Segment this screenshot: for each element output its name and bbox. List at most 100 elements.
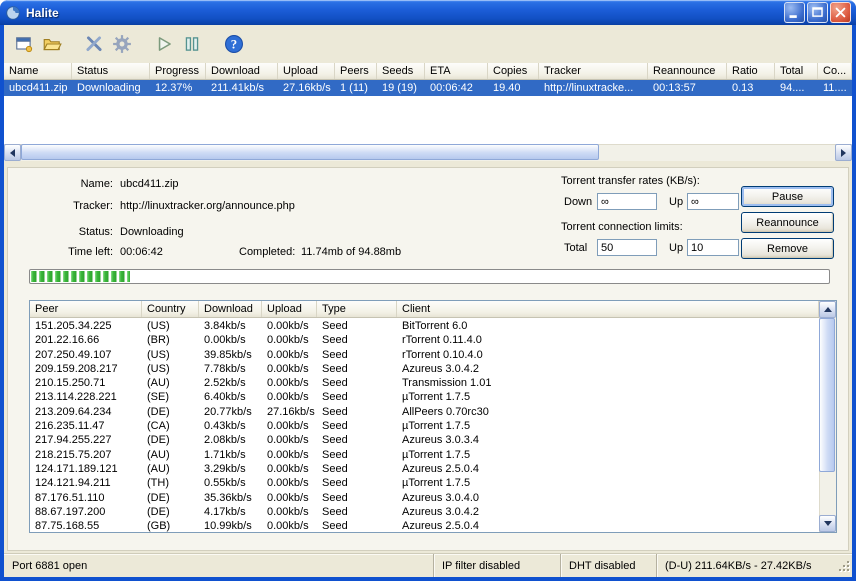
torrent-column-header[interactable]: ETA — [425, 63, 488, 79]
peer-cell: 0.00kb/s — [267, 491, 309, 504]
torrent-cell: 19.40 — [493, 82, 521, 94]
peer-row[interactable]: 217.94.255.227 (DE) 2.08kb/s 0.00kb/s Seed Az… — [30, 433, 819, 447]
peer-row[interactable]: 213.209.64.234 (DE) 20.77kb/s 27.16kb/s Seed… — [30, 405, 819, 419]
peers-column-header[interactable]: Upload — [262, 301, 317, 317]
peers-column-header[interactable]: Peer — [30, 301, 142, 317]
peer-cell: (BR) — [147, 334, 170, 347]
down-rate-input[interactable] — [597, 193, 657, 210]
torrent-column-header[interactable]: Status — [72, 63, 150, 79]
port-status: Port 6881 open — [12, 559, 88, 572]
torrent-list: Name Status Progress Download Upload Peers See… — [4, 63, 852, 161]
reannounce-button[interactable]: Reannounce — [741, 212, 834, 233]
peer-cell: 88.67.197.200 — [35, 505, 106, 518]
peer-row[interactable]: 213.114.228.221 (SE) 6.40kb/s 0.00kb/s Seed µ… — [30, 390, 819, 404]
peer-row[interactable]: 207.250.49.107 (US) 39.85kb/s 0.00kb/s Seed r… — [30, 348, 819, 362]
new-torrent-icon — [16, 37, 33, 53]
peer-row[interactable]: 87.75.168.55 (GB) 10.99kb/s 0.00kb/s Seed Azu… — [30, 519, 819, 532]
peer-cell: 35.36kb/s — [204, 491, 252, 504]
peer-cell: 0.00kb/s — [267, 505, 309, 518]
torrent-column-header[interactable]: Copies — [488, 63, 539, 79]
torrent-cell: 211.41kb/s — [211, 82, 265, 94]
peer-cell: 87.176.51.110 — [35, 491, 105, 504]
peer-row[interactable]: 209.159.208.217 (US) 7.78kb/s 0.00kb/s Seed A… — [30, 362, 819, 376]
torrent-column-header[interactable]: Upload — [278, 63, 335, 79]
torrent-column-header[interactable]: Ratio — [727, 63, 775, 79]
peer-row[interactable]: 88.67.197.200 (DE) 4.17kb/s 0.00kb/s Seed Azu… — [30, 505, 819, 519]
pause-button[interactable]: Pause — [741, 186, 834, 207]
preferences-button[interactable] — [108, 30, 136, 58]
torrent-column-header[interactable]: Progress — [150, 63, 206, 79]
peer-row[interactable]: 218.215.75.207 (AU) 1.71kb/s 0.00kb/s Seed µT… — [30, 448, 819, 462]
peer-row[interactable]: 124.121.94.211 (TH) 0.55kb/s 0.00kb/s Seed µT… — [30, 476, 819, 490]
torrent-column-header[interactable]: Name — [4, 63, 72, 79]
peer-cell: 210.15.250.71 — [35, 377, 106, 390]
peer-cell: 0.00kb/s — [267, 348, 309, 361]
peer-row[interactable]: 151.205.34.225 (US) 3.84kb/s 0.00kb/s Seed Bi… — [30, 319, 819, 333]
help-button[interactable]: ? — [220, 30, 248, 58]
status-bar: Port 6881 open IP filter disabled DHT di… — [4, 553, 852, 577]
peers-column-header[interactable]: Client — [397, 301, 819, 317]
peer-row[interactable]: 87.176.51.110 (DE) 35.36kb/s 0.00kb/s Seed Az… — [30, 491, 819, 505]
peers-column-header[interactable]: Download — [199, 301, 262, 317]
help-icon: ? — [225, 35, 243, 53]
scroll-up-button[interactable] — [819, 301, 836, 318]
new-torrent-button[interactable] — [10, 30, 38, 58]
resume-button[interactable] — [150, 30, 178, 58]
open-torrent-button[interactable] — [38, 30, 66, 58]
peer-cell: Azureus 2.5.0.4 — [402, 520, 480, 532]
peer-cell: 0.00kb/s — [267, 477, 309, 490]
minimize-button[interactable] — [784, 2, 805, 23]
torrent-cell: ubcd411.zip — [9, 82, 68, 94]
torrent-column-header[interactable]: Co... — [818, 63, 852, 79]
torrent-column-header[interactable]: Reannounce — [648, 63, 727, 79]
scroll-right-button[interactable] — [835, 144, 852, 161]
torrent-column-header[interactable]: Peers — [335, 63, 377, 79]
peer-row[interactable]: 124.171.189.121 (AU) 3.29kb/s 0.00kb/s Seed A… — [30, 462, 819, 476]
peers-vertical-scrollbar[interactable] — [819, 301, 836, 532]
pause-torrent-button[interactable] — [178, 30, 206, 58]
peer-cell: (AU) — [147, 448, 170, 461]
peer-cell: Seed — [322, 420, 348, 433]
scrollbar-thumb[interactable] — [21, 144, 599, 160]
resize-grip[interactable] — [837, 559, 851, 576]
peer-cell: BitTorrent 6.0 — [402, 320, 468, 332]
total-limit-label: Total — [564, 242, 588, 254]
peers-column-header[interactable]: Type — [317, 301, 397, 317]
torrent-row[interactable]: ubcd411.zip Downloading 12.37% 211.41kb/s 27… — [4, 80, 852, 96]
peers-scrollbar-thumb[interactable] — [819, 318, 835, 472]
up-rate-label: Up — [669, 196, 684, 208]
torrent-column-header[interactable]: Seeds — [377, 63, 425, 79]
total-limit-input[interactable] — [597, 239, 657, 256]
torrent-cell: 11.... — [823, 82, 847, 94]
left-arrow-icon — [10, 148, 15, 157]
torrent-column-header[interactable]: Total — [775, 63, 818, 79]
scrollbar-track[interactable] — [21, 144, 835, 161]
maximize-button[interactable] — [807, 2, 828, 23]
horizontal-scrollbar[interactable] — [4, 144, 852, 161]
titlebar[interactable]: Halite — [0, 0, 856, 25]
remove-button[interactable]: Remove — [741, 238, 834, 259]
peers-table-body[interactable]: 151.205.34.225 (US) 3.84kb/s 0.00kb/s Seed Bi… — [30, 319, 819, 532]
play-icon — [158, 37, 171, 51]
torrent-column-header[interactable]: Download — [206, 63, 278, 79]
close-button[interactable] — [830, 2, 851, 23]
peer-row[interactable]: 210.15.250.71 (AU) 2.52kb/s 0.00kb/s Seed Tra… — [30, 376, 819, 390]
scroll-down-button[interactable] — [819, 515, 836, 532]
torrent-column-header[interactable]: Tracker — [539, 63, 648, 79]
peer-row[interactable]: 201.22.16.66 (BR) 0.00kb/s 0.00kb/s Seed rTor… — [30, 333, 819, 347]
peers-scrollbar-track[interactable] — [819, 318, 836, 515]
peer-cell: 0.00kb/s — [267, 448, 309, 461]
peers-column-header[interactable]: Country — [142, 301, 199, 317]
peer-cell: rTorrent 0.11.4.0 — [402, 334, 482, 347]
peer-cell: 124.121.94.211 — [35, 477, 111, 490]
up-rate-input[interactable] — [687, 193, 739, 210]
up-limit-input[interactable] — [687, 239, 739, 256]
torrent-table-body[interactable]: ubcd411.zip Downloading 12.37% 211.41kb/s 27… — [4, 80, 852, 144]
torrent-cell: Downloading — [77, 82, 141, 94]
scroll-left-button[interactable] — [4, 144, 21, 161]
peer-row[interactable]: 216.235.11.47 (CA) 0.43kb/s 0.00kb/s Seed µTo… — [30, 419, 819, 433]
peer-cell: (DE) — [147, 434, 170, 447]
name-value: ubcd411.zip — [120, 178, 179, 190]
torrent-tools-button[interactable] — [80, 30, 108, 58]
tools-icon — [86, 36, 102, 51]
